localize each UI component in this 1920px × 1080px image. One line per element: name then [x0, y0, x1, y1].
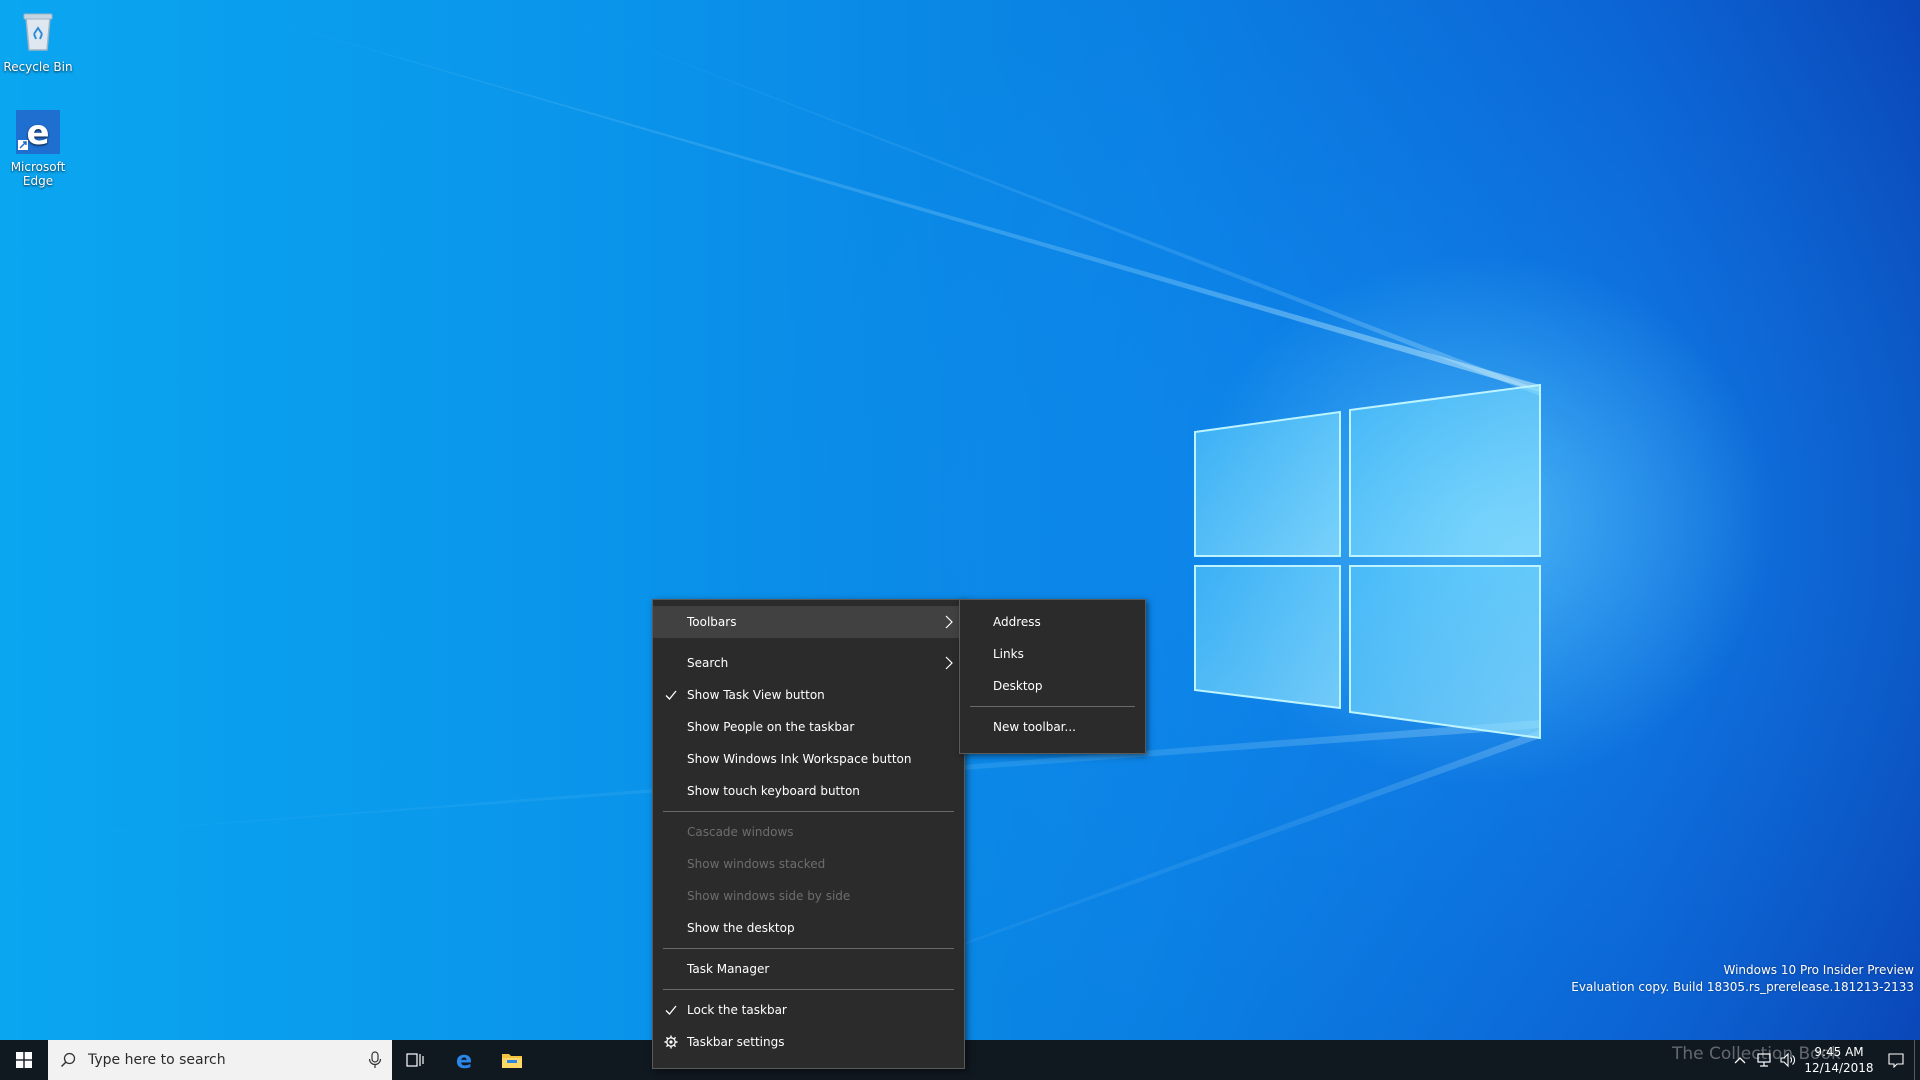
submenu-item-new-toolbar[interactable]: New toolbar...	[960, 711, 1145, 743]
taskbar-edge-button[interactable]: e	[440, 1040, 488, 1080]
desktop-icon-microsoft-edge[interactable]: e Microsoft Edge	[0, 108, 76, 188]
menu-item-label: Search	[687, 656, 729, 670]
svg-text:e: e	[26, 113, 49, 153]
desktop-icon-label: Recycle Bin	[3, 60, 73, 74]
menu-item-show-windows-stacked: Show windows stacked	[653, 848, 964, 880]
menu-separator	[663, 989, 954, 990]
menu-item-show-the-desktop[interactable]: Show the desktop	[653, 912, 964, 944]
recycle-bin-icon	[23, 13, 53, 51]
evaluation-watermark: Windows 10 Pro Insider Preview Evaluatio…	[1571, 962, 1914, 996]
watermark-edition: Windows 10 Pro Insider Preview	[1723, 963, 1914, 977]
menu-item-label: Desktop	[993, 679, 1043, 693]
menu-item-label: Show windows side by side	[687, 889, 851, 903]
toolbars-submenu: Address Links Desktop New toolbar...	[959, 599, 1146, 754]
menu-separator	[663, 811, 954, 812]
gear-icon	[664, 1035, 678, 1049]
menu-item-label: Show windows stacked	[687, 857, 826, 871]
edge-icon: e	[16, 110, 60, 154]
menu-item-show-touch-keyboard[interactable]: Show touch keyboard button	[653, 775, 964, 807]
menu-item-label: Address	[993, 615, 1041, 629]
microphone-icon[interactable]	[368, 1051, 382, 1069]
menu-item-label: Show People on the taskbar	[687, 720, 855, 734]
menu-item-label: Lock the taskbar	[687, 1003, 787, 1017]
menu-item-label: Show touch keyboard button	[687, 784, 860, 798]
show-desktop-button[interactable]	[1914, 1040, 1920, 1080]
menu-item-label: Show Windows Ink Workspace button	[687, 752, 912, 766]
menu-item-label: Show the desktop	[687, 921, 795, 935]
menu-item-label: Toolbars	[687, 615, 737, 629]
menu-item-taskbar-settings[interactable]: Taskbar settings	[653, 1026, 964, 1058]
edge-icon: e	[456, 1048, 472, 1072]
submenu-item-address[interactable]: Address	[960, 606, 1145, 638]
task-view-icon	[406, 1053, 424, 1067]
submenu-item-links[interactable]: Links	[960, 638, 1145, 670]
taskbar-search-box[interactable]: Type here to search	[48, 1040, 392, 1080]
chevron-right-icon	[945, 656, 953, 670]
search-placeholder: Type here to search	[88, 1052, 226, 1068]
menu-item-cascade-windows: Cascade windows	[653, 816, 964, 848]
taskbar-file-explorer-button[interactable]	[488, 1040, 536, 1080]
taskbar-context-menu: Toolbars Search Show Task View button Sh…	[652, 599, 965, 1069]
action-center-button[interactable]	[1878, 1040, 1914, 1080]
collection-book-overlay: The Collection Book	[1672, 1044, 1862, 1068]
menu-separator	[663, 948, 954, 949]
desktop-icon-recycle-bin[interactable]: Recycle Bin	[0, 8, 76, 74]
submenu-item-desktop[interactable]: Desktop	[960, 670, 1145, 702]
menu-item-label: Show Task View button	[687, 688, 825, 702]
menu-item-show-ink-workspace[interactable]: Show Windows Ink Workspace button	[653, 743, 964, 775]
notification-icon	[1888, 1053, 1904, 1068]
checkmark-icon	[665, 1005, 677, 1015]
chevron-right-icon	[945, 615, 953, 629]
watermark-build: Evaluation copy. Build 18305.rs_prerelea…	[1571, 980, 1914, 994]
menu-separator	[970, 706, 1135, 707]
overlay-text: The Collection Book	[1672, 1044, 1841, 1064]
menu-item-label: Task Manager	[687, 962, 770, 976]
search-icon	[60, 1052, 76, 1068]
menu-item-task-manager[interactable]: Task Manager	[653, 953, 964, 985]
menu-item-search[interactable]: Search	[653, 647, 964, 679]
menu-item-label: Links	[993, 647, 1024, 661]
menu-item-show-people[interactable]: Show People on the taskbar	[653, 711, 964, 743]
menu-item-lock-the-taskbar[interactable]: Lock the taskbar	[653, 994, 964, 1026]
menu-item-label: Taskbar settings	[687, 1035, 785, 1049]
menu-item-toolbars[interactable]: Toolbars	[653, 606, 964, 638]
desktop-icon-label: Microsoft Edge	[10, 160, 66, 188]
menu-item-show-task-view-button[interactable]: Show Task View button	[653, 679, 964, 711]
task-view-button[interactable]	[392, 1040, 440, 1080]
file-explorer-icon	[502, 1054, 522, 1068]
menu-item-label: New toolbar...	[993, 720, 1076, 734]
menu-item-label: Cascade windows	[687, 825, 794, 839]
menu-item-show-windows-side-by-side: Show windows side by side	[653, 880, 964, 912]
menu-spacer	[663, 642, 954, 643]
start-button[interactable]	[0, 1040, 48, 1080]
svg-text:e: e	[456, 1048, 472, 1072]
checkmark-icon	[665, 690, 677, 700]
windows-logo-icon	[16, 1052, 32, 1068]
